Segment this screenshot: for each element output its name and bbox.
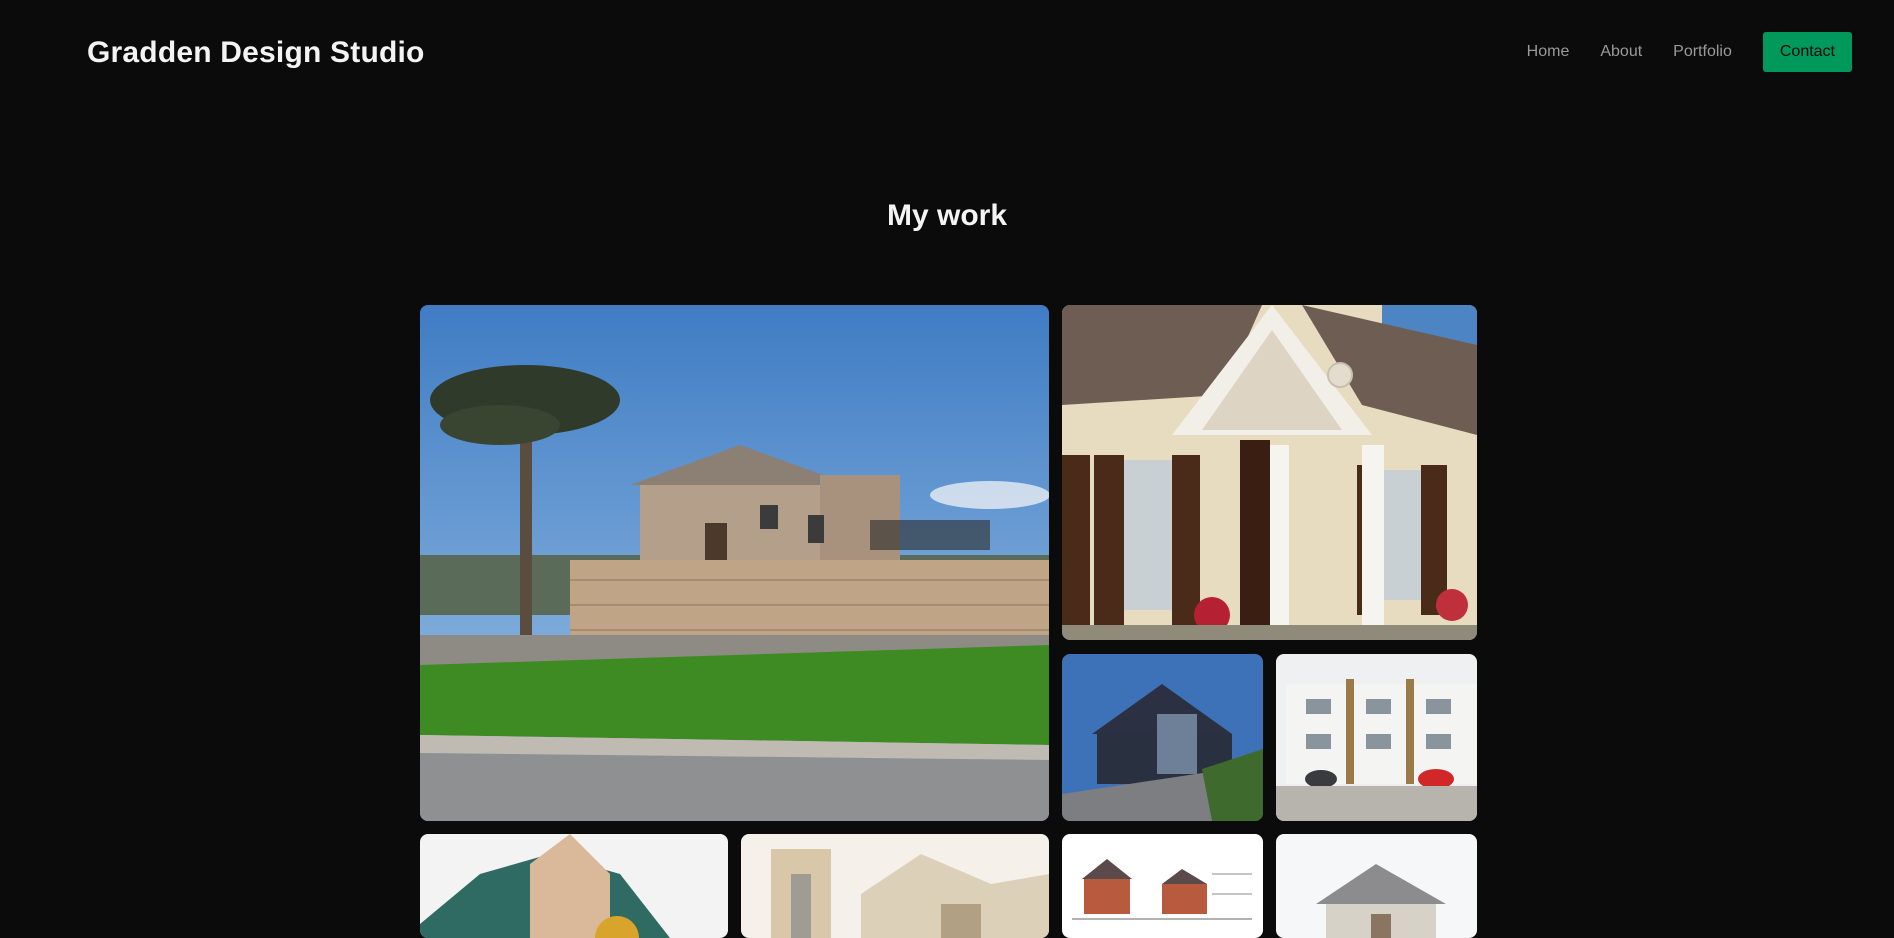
site-header: Gradden Design Studio Home About Portfol…: [0, 0, 1894, 106]
nav-home-link[interactable]: Home: [1527, 32, 1570, 72]
house-render-photo: [1276, 834, 1477, 938]
extension-photo: [1062, 654, 1263, 821]
gallery-item-portico[interactable]: [1062, 305, 1477, 640]
gallery-item-townhouse[interactable]: [1276, 654, 1477, 821]
gabled-roof-photo: [420, 834, 728, 938]
main-nav: Home About Portfolio Contact: [1527, 32, 1852, 72]
townhouse-photo: [1276, 654, 1477, 821]
gallery-item-render[interactable]: [1276, 834, 1477, 938]
section-heading: My work: [886, 199, 1008, 232]
gallery-item-villa[interactable]: [420, 305, 1049, 821]
gallery-item-watercolour[interactable]: [741, 834, 1049, 938]
nav-portfolio-link[interactable]: Portfolio: [1673, 32, 1732, 72]
gallery-item-extension[interactable]: [1062, 654, 1263, 821]
villa-photo: [420, 305, 1049, 821]
nav-about-link[interactable]: About: [1600, 32, 1642, 72]
gallery-item-gabled-roof[interactable]: [420, 834, 728, 938]
brand-title[interactable]: Gradden Design Studio: [87, 34, 425, 72]
watercolour-facade-photo: [741, 834, 1049, 938]
architectural-plans-photo: [1062, 834, 1263, 938]
contact-button[interactable]: Contact: [1762, 32, 1852, 72]
gallery-item-plans[interactable]: [1062, 834, 1263, 938]
portico-photo: [1062, 305, 1477, 640]
